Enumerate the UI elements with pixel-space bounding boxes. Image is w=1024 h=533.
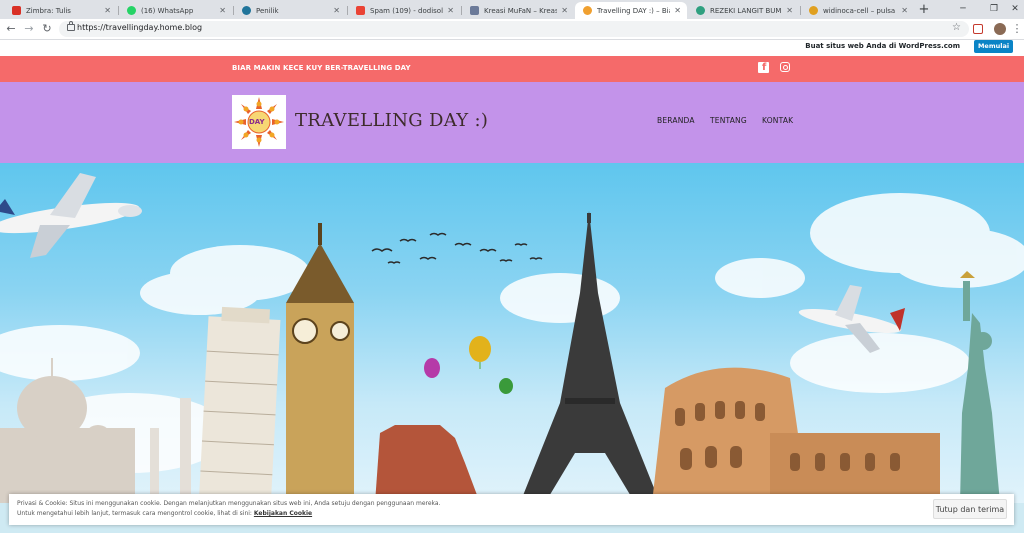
tab-title: widinoca-cell – pulsa mura	[823, 6, 897, 15]
tab-close-icon[interactable]: ✕	[786, 6, 793, 15]
tab-close-icon[interactable]: ✕	[104, 6, 111, 15]
browser-tab[interactable]: widinoca-cell – pulsa mura ✕	[801, 2, 914, 19]
browser-tab[interactable]: Penilik ✕	[234, 2, 346, 19]
minimize-icon[interactable]: ─	[956, 3, 970, 16]
facebook-icon[interactable]: f	[758, 62, 769, 73]
cookie-text: Privasi & Cookie: Situs ini menggunakan …	[17, 500, 441, 507]
tab-favicon-icon	[470, 6, 479, 15]
cookie-text-more-label: Untuk mengetahui lebih lanjut, termasuk …	[17, 510, 252, 517]
bookmark-star-icon[interactable]: ☆	[952, 22, 961, 33]
tab-favicon-icon	[127, 6, 136, 15]
tab-title: Spam (109) - dodisolkhudin	[370, 6, 444, 15]
tab-close-icon[interactable]: ✕	[333, 6, 340, 15]
forward-icon[interactable]: →	[22, 22, 36, 36]
wordpress-banner: Buat situs web Anda di WordPress.com Mem…	[0, 40, 1024, 55]
new-tab-button[interactable]: +	[917, 3, 931, 17]
browser-tab-strip: Zimbra: Tulis ✕ (16) WhatsApp ✕ Penilik …	[0, 0, 1024, 19]
tab-title: REZEKI LANGIT BUMI – Me	[710, 6, 783, 15]
tab-favicon-icon	[583, 6, 592, 15]
tab-favicon-icon	[242, 6, 251, 15]
site-tagline: BIAR MAKIN KECE KUY BER-TRAVELLING DAY	[232, 64, 411, 72]
wordpress-banner-text: Buat situs web Anda di WordPress.com	[805, 42, 960, 50]
get-started-button[interactable]: Memulai	[974, 40, 1013, 53]
tab-close-icon[interactable]: ✕	[561, 6, 568, 15]
tab-favicon-icon	[809, 6, 818, 15]
site-logo[interactable]: DAY	[232, 95, 286, 149]
browser-tab[interactable]: (16) WhatsApp ✕	[119, 2, 232, 19]
browser-tab[interactable]: Zimbra: Tulis ✕	[4, 2, 117, 19]
tab-title: (16) WhatsApp	[141, 6, 194, 15]
cookie-policy-link[interactable]: Kebijakan Cookie	[254, 510, 312, 517]
tab-close-icon[interactable]: ✕	[901, 6, 908, 15]
browser-tab-active[interactable]: Travelling DAY :) – Biar Mak ✕	[575, 2, 687, 19]
tab-title: Travelling DAY :) – Biar Mak	[597, 6, 670, 15]
reload-icon[interactable]: ↻	[40, 22, 54, 36]
browser-tab[interactable]: Spam (109) - dodisolkhudin ✕	[348, 2, 460, 19]
cookie-notice: Privasi & Cookie: Situs ini menggunakan …	[9, 494, 1014, 525]
site-title[interactable]: TRAVELLING DAY :)	[295, 110, 488, 131]
back-icon[interactable]: ←	[4, 22, 18, 36]
tab-favicon-icon	[696, 6, 705, 15]
browser-toolbar: ← → ↻ https://travellingday.home.blog ☆ …	[0, 19, 1024, 40]
airplane-left	[0, 173, 142, 258]
menu-dots-icon[interactable]: ⋮	[1010, 22, 1024, 36]
tab-favicon-icon	[12, 6, 21, 15]
cookie-text-more: Untuk mengetahui lebih lanjut, termasuk …	[17, 510, 312, 517]
tab-title: Zimbra: Tulis	[26, 6, 71, 15]
accept-cookie-button[interactable]: Tutup dan terima	[933, 499, 1007, 519]
url-text: https://travellingday.home.blog	[77, 23, 203, 32]
logo-text: DAY	[249, 118, 265, 126]
landmarks-illustration	[0, 173, 1024, 533]
profile-avatar[interactable]	[994, 23, 1006, 35]
top-strip: BIAR MAKIN KECE KUY BER-TRAVELLING DAY f	[0, 56, 1024, 82]
restore-icon[interactable]: ❐	[987, 3, 1001, 16]
instagram-icon[interactable]	[780, 62, 790, 72]
address-bar[interactable]: https://travellingday.home.blog ☆	[59, 21, 969, 37]
browser-tab[interactable]: REZEKI LANGIT BUMI – Me ✕	[688, 2, 799, 19]
nav-contact[interactable]: KONTAK	[762, 116, 793, 125]
close-window-icon[interactable]: ✕	[1008, 3, 1022, 16]
lock-icon	[67, 21, 75, 31]
tab-title: Kreasi MuFaN – Kreasinya	[484, 6, 558, 15]
nav-home[interactable]: BERANDA	[657, 116, 695, 125]
tab-close-icon[interactable]: ✕	[674, 6, 681, 15]
tab-favicon-icon	[356, 6, 365, 15]
site-header: DAY TRAVELLING DAY :) BERANDA TENTANG KO…	[0, 82, 1024, 163]
tab-close-icon[interactable]: ✕	[447, 6, 454, 15]
hero-image	[0, 163, 1024, 533]
tab-title: Penilik	[256, 6, 279, 15]
tab-close-icon[interactable]: ✕	[219, 6, 226, 15]
browser-tab[interactable]: Kreasi MuFaN – Kreasinya ✕	[462, 2, 574, 19]
nav-about[interactable]: TENTANG	[710, 116, 747, 125]
extension-icon[interactable]	[973, 24, 983, 34]
